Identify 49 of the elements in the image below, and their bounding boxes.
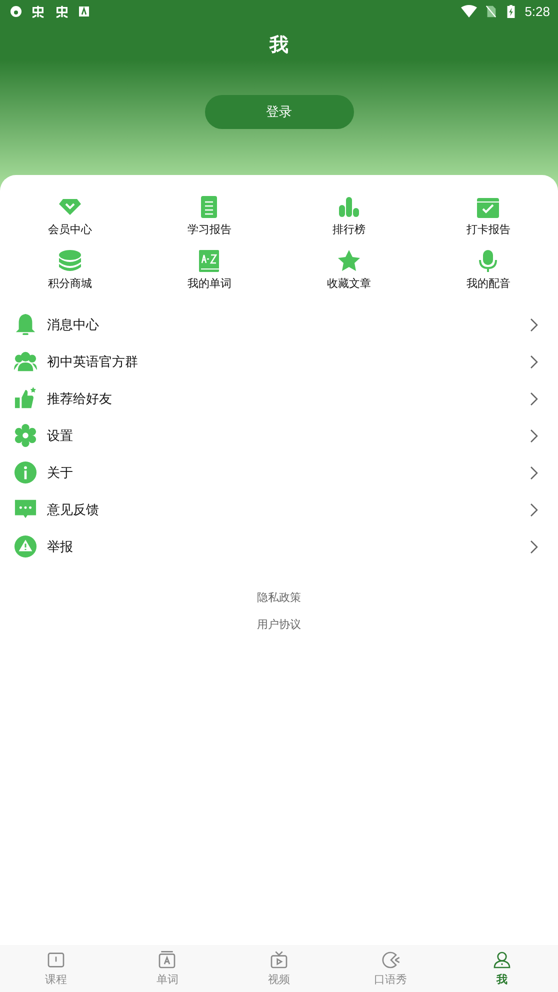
feature-label[interactable]: 会员中心 — [48, 222, 92, 237]
chevron-right-icon — [530, 318, 538, 332]
menu-item[interactable]: 消息中心 — [0, 306, 558, 343]
feature-label[interactable]: 排行榜 — [332, 222, 366, 237]
menu-item[interactable]: 举报 — [0, 528, 558, 565]
footer-link[interactable]: 隐私政策 — [257, 590, 301, 605]
feature-label[interactable]: 我的单词 — [187, 276, 232, 291]
book-icon[interactable] — [197, 249, 222, 273]
feature-label[interactable]: 我的配音 — [466, 276, 510, 291]
bell-icon — [14, 313, 37, 336]
chevron-right-icon — [530, 354, 538, 368]
group-icon — [14, 350, 37, 373]
person-icon — [492, 950, 512, 970]
no-sim-icon — [484, 4, 497, 18]
feature-label[interactable]: 学习报告 — [187, 222, 232, 237]
footer-link[interactable]: 用户协议 — [257, 617, 301, 632]
notification-icon — [10, 4, 22, 18]
keyboard-icon — [78, 4, 90, 18]
tv-icon — [268, 950, 289, 970]
menu-item[interactable]: 初中英语官方群 — [0, 343, 558, 380]
wifi-icon — [460, 4, 477, 18]
feature-label[interactable]: 打卡报告 — [466, 222, 510, 237]
chevron-right-icon — [530, 502, 538, 516]
chat-icon — [14, 498, 37, 521]
chevron-right-icon — [530, 540, 538, 554]
warning-icon — [14, 535, 37, 558]
book-icon — [46, 950, 66, 970]
clock-text: 5:28 — [524, 4, 550, 18]
calendar-check-icon[interactable] — [476, 195, 500, 219]
menu-item[interactable]: 设置 — [0, 417, 558, 454]
info-icon — [14, 461, 37, 484]
star-icon[interactable] — [336, 249, 361, 273]
settings-icon — [14, 424, 37, 447]
chevron-right-icon — [530, 428, 538, 442]
nav-tab[interactable]: 我 — [446, 945, 558, 992]
menu-item[interactable]: 推荐给好友 — [0, 380, 558, 417]
page-title: 我 — [270, 33, 288, 58]
feature-label[interactable]: 积分商城 — [48, 276, 92, 291]
chevron-right-icon — [530, 392, 538, 406]
thumbs-up-icon — [14, 387, 37, 410]
feature-label[interactable]: 收藏文章 — [326, 276, 371, 291]
letter-card-icon — [157, 950, 178, 970]
menu-item[interactable]: 意见反馈 — [0, 491, 558, 528]
bar-chart-icon[interactable] — [336, 195, 361, 219]
battery-icon — [504, 4, 517, 18]
login-button[interactable]: 登录 — [204, 95, 354, 129]
chevron-right-icon — [530, 466, 538, 480]
coin-stack-icon[interactable] — [58, 249, 82, 273]
menu-item[interactable]: 关于 — [0, 454, 558, 491]
